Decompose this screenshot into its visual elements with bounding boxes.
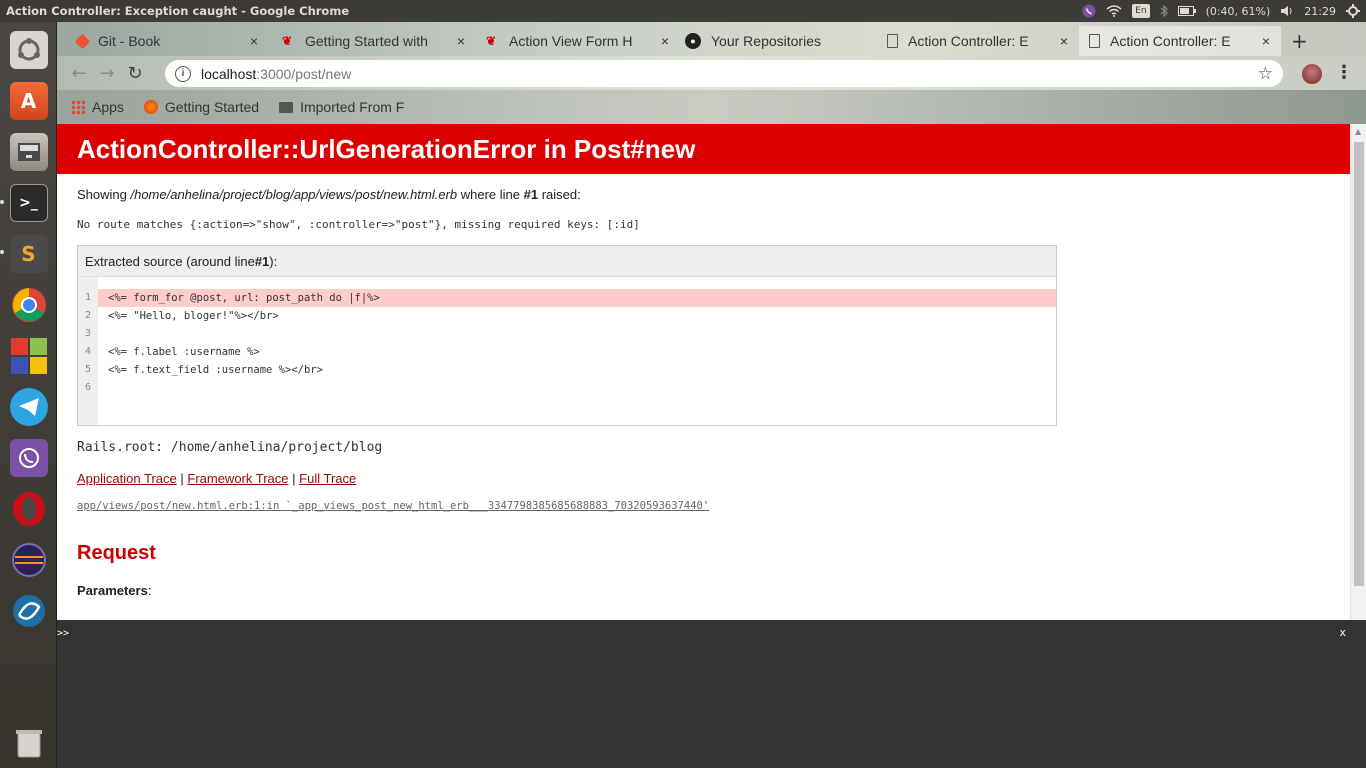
framework-trace-link[interactable]: Framework Trace [187,471,288,486]
tab-close-icon[interactable]: × [454,33,468,49]
trace-entry-link[interactable]: app/views/post/new.html.erb:1:in `_app_v… [77,500,1330,512]
template-path: /home/anhelina/project/blog/app/views/po… [130,187,458,202]
page-content: Showing /home/anhelina/project/blog/app/… [57,174,1350,598]
page-icon [887,34,898,48]
bookmark-getting-started[interactable]: Getting Started [143,99,259,115]
code-line: <%= f.label :username %> [108,346,260,358]
rails-icon: ❦ [485,34,497,48]
browser-toolbar: ← → ↻ i localhost:3000/post/new ☆ ⋮ [57,56,1366,90]
extracted-source-heading: Extracted source (around line #1): [78,246,1056,277]
running-indicator [0,200,4,204]
trash-icon[interactable] [6,720,51,765]
console-close-button[interactable]: x [1339,626,1346,639]
page-viewport: ActionController::UrlGenerationError in … [57,124,1350,620]
viber-icon[interactable] [6,435,51,480]
bookmark-imported[interactable]: Imported From F [279,99,404,115]
viber-tray-icon[interactable] [1082,2,1096,20]
console-prompt[interactable]: >> [57,628,69,639]
tab-your-repositories[interactable]: ● Your Repositories [675,26,877,56]
firefox-icon [143,100,158,114]
rails-icon: ❦ [281,34,293,48]
line-numbers: 1 2 3 4 5 6 [78,277,98,425]
volume-icon[interactable] [1280,2,1294,20]
address-bar[interactable]: i localhost:3000/post/new ☆ [165,60,1283,87]
info-icon[interactable]: i [175,65,191,82]
page-scrollbar[interactable]: ▲ [1350,124,1366,620]
running-indicator [0,250,4,254]
application-trace-link[interactable]: Application Trace [77,471,177,486]
full-trace-link[interactable]: Full Trace [299,471,356,486]
menu-kebab-icon[interactable]: ⋮ [1335,62,1353,83]
keyboard-layout-indicator[interactable]: En [1132,4,1150,18]
battery-icon[interactable] [1177,2,1196,20]
app-grid-icon[interactable] [6,333,51,378]
wifi-icon[interactable] [1106,2,1122,20]
tab-close-icon[interactable]: × [1259,33,1273,49]
bookmark-star-icon[interactable]: ☆ [1258,64,1273,84]
browser-window: Git - Book × ❦ Getting Started with × ❦ … [57,22,1366,768]
error-title: ActionController::UrlGenerationError in … [57,124,1350,174]
extracted-source: Extracted source (around line #1): 1 2 3… [77,245,1057,426]
battery-status: (0:40, 61%) [1205,4,1271,18]
parameters-label: Parameters: [77,583,152,598]
app-s-icon[interactable] [6,588,51,633]
error-message: No route matches {:action=>"show", :cont… [77,218,640,231]
chrome-icon[interactable] [6,282,51,327]
opera-icon[interactable] [6,486,51,531]
apps-grid-icon [71,100,85,114]
github-icon: ● [685,33,701,49]
tab-close-icon[interactable]: × [658,33,672,49]
request-heading: Request [77,542,156,564]
back-arrow-icon[interactable]: ← [65,59,93,87]
tab-getting-started[interactable]: ❦ Getting Started with × [269,26,471,56]
url-path: :3000/post/new [256,65,352,82]
git-icon [74,33,91,49]
tab-close-icon[interactable]: × [247,33,261,49]
sublime-text-icon[interactable]: S [6,231,51,276]
scrollbar-thumb[interactable] [1354,142,1364,586]
indicator-area: En (0:40, 61%) 21:29 [1082,2,1366,20]
clock[interactable]: 21:29 [1304,5,1336,18]
code-line-highlighted: <%= form_for @post, url: post_path do |f… [98,289,1056,307]
tab-action-controller-1[interactable]: Action Controller: E × [877,26,1079,56]
forward-arrow-icon[interactable]: → [93,59,121,87]
code-line: <%= f.text_field :username %></br> [108,364,323,376]
terminal-icon[interactable]: >_ [6,180,51,225]
source-code: <%= form_for @post, url: post_path do |f… [98,277,1056,425]
software-center-icon[interactable]: A [6,78,51,123]
bookmark-apps[interactable]: Apps [71,99,124,115]
folder-icon [279,101,294,113]
system-top-panel: Action Controller: Exception caught - Go… [0,0,1366,22]
profile-avatar[interactable] [1302,64,1322,84]
bluetooth-icon[interactable] [1160,2,1168,20]
tab-strip: Git - Book × ❦ Getting Started with × ❦ … [57,22,1366,56]
page-icon [1089,34,1100,48]
settings-gear-icon[interactable] [1346,2,1360,20]
app-launcher: A >_ S [0,22,57,768]
ubuntu-dash-icon[interactable] [6,27,51,72]
scroll-up-arrow-icon[interactable]: ▲ [1355,127,1361,136]
rails-root: Rails.root: /home/anhelina/project/blog [77,440,383,455]
code-line: <%= "Hello, bloger!"%></br> [108,310,279,322]
trace-links: Application Trace | Framework Trace | Fu… [77,471,357,486]
window-title: Action Controller: Exception caught - Go… [6,4,350,18]
url-host: localhost [201,65,257,82]
showing-line: Showing /home/anhelina/project/blog/app/… [77,187,581,202]
eclipse-icon[interactable] [6,537,51,582]
bookmarks-bar: Apps Getting Started Imported From F [57,90,1366,124]
telegram-icon[interactable] [6,384,51,429]
new-tab-plus-icon[interactable]: + [1291,29,1308,53]
files-icon[interactable] [6,129,51,174]
reload-icon[interactable]: ↻ [121,59,149,87]
tab-action-view-form[interactable]: ❦ Action View Form H × [473,26,675,56]
web-console[interactable]: >> x [57,620,1366,768]
tab-close-icon[interactable]: × [1057,33,1071,49]
tab-action-controller-2[interactable]: Action Controller: E × [1079,26,1281,56]
tab-git-book[interactable]: Git - Book × [67,26,263,56]
